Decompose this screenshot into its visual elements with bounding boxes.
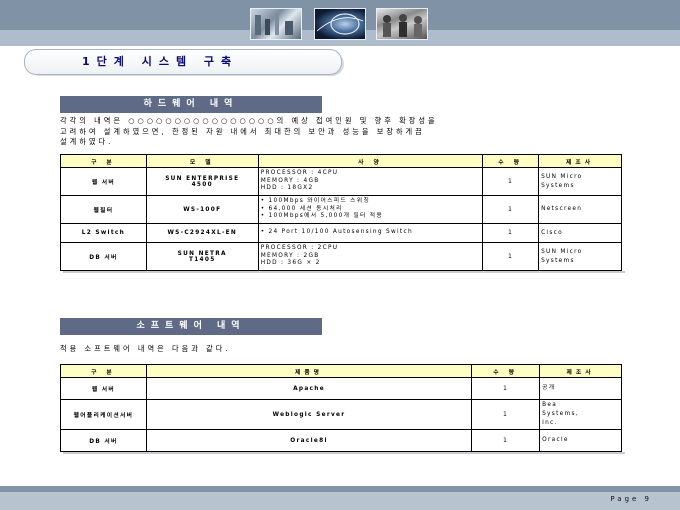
product-cell: Weblogic Server [145,399,473,430]
model-line: 4500 [191,181,213,188]
quantity-cell: 1 [482,195,540,224]
category-cell: 웹 서버 [60,167,147,196]
table-header-row: 구 분 모 델 사 양 수 량 제조사 [60,154,622,168]
hardware-table: 구 분 모 델 사 양 수 량 제조사 웹 서버 SUN ENTERPRISE … [60,154,622,271]
paragraph-line: 설계하였다. [60,137,114,146]
table-header-row: 구 분 제품명 수 량 제조사 [60,364,622,378]
model-line: WS-100F [183,206,222,213]
maker-cell: 공개 [539,377,622,400]
maker-line: Bea [542,402,558,408]
table-row: DB 서버 Oracle8i 1 Oracle [60,429,622,452]
table-row: 웹어플리케이션서버 Weblogic Server 1 Bea Systems,… [60,399,622,430]
maker-line: Systems, [542,411,579,417]
maker-line: Cisco [541,229,563,236]
product-cell: Oracle8i [145,429,473,452]
maker-line: Inc. [542,420,558,426]
maker-line: Netscreen [541,206,583,212]
spec-line: HDD : 36G × 2 [260,260,321,267]
software-section-heading: 소프트웨어 내역 [60,318,322,335]
table-row: 웹 서버 SUN ENTERPRISE 4500 PROCESSOR : 4CP… [60,167,622,196]
category-cell: DB 서버 [60,429,147,452]
hardware-section-heading: 하드웨어 내역 [60,96,322,113]
model-cell: SUN ENTERPRISE 4500 [145,167,259,196]
model-line: T1405 [188,256,216,263]
column-header: 수 량 [471,364,541,378]
maker-cell: SUN Micro Systems [538,167,622,196]
maker-cell: Oracle [539,429,622,452]
page-title: 1단계 시스템 구축 [82,55,239,68]
spec-line: • 100Mbps에서 5,000개 필터 적용 [260,213,384,220]
spec-line: HDD : 18GX2 [260,185,314,192]
model-line: WS-C2924XL-EN [167,230,238,236]
product-cell: Apache [145,377,473,400]
model-cell: WS-100F [145,195,259,224]
spec-cell: • 24 Port 10/100 Autosensing Switch [257,223,484,243]
hardware-table-shadow [63,271,625,273]
column-header: 구 분 [60,364,147,378]
software-paragraph: 적용 소프트웨어 내역은 다음과 같다. [60,344,231,353]
model-cell: SUN NETRA T1405 [145,242,259,271]
spec-cell: • 100Mbps 와이어스피드 스위칭 • 64,000 세션 동시처리 • … [257,195,484,224]
maker-line: Systems [541,257,575,264]
header-photo-globe-image [314,8,366,40]
maker-cell: SUN Micro Systems [538,242,622,271]
column-header: 제품명 [145,364,473,378]
quantity-cell: 1 [482,242,540,271]
table-row: L2 Switch WS-C2924XL-EN • 24 Port 10/100… [60,223,622,243]
maker-line: 공개 [542,385,556,391]
spec-line: PROCESSOR : 4CPU [260,170,339,177]
spec-line: • 24 Port 10/100 Autosensing Switch [260,229,413,236]
page-number: Page 9 [610,495,652,503]
spec-line: PROCESSOR : 2CPU [260,245,339,252]
category-cell: 웹 서버 [60,377,147,400]
header-photo-people-image [376,8,428,40]
category-cell: L2 Switch [60,223,147,243]
quantity-cell: 1 [471,429,541,452]
spec-cell: PROCESSOR : 2CPU MEMORY : 2GB HDD : 36G … [257,242,484,271]
quantity-cell: 1 [471,399,541,430]
maker-cell: Netscreen [538,195,622,224]
software-table-shadow [63,452,625,454]
quantity-cell: 1 [482,223,540,243]
maker-line: SUN Micro [541,248,583,255]
maker-line: Oracle [542,437,569,443]
quantity-cell: 1 [482,167,540,196]
model-cell: WS-C2924XL-EN [145,223,259,243]
paragraph-line: 고려하여 설계하였으면, 한정된 자원 내에서 최대한의 보안과 성능을 보장하… [60,126,425,136]
column-header: 사 양 [257,154,484,168]
column-header: 제조사 [539,364,622,378]
maker-cell: Cisco [538,223,622,243]
spec-line: • 100Mbps 와이어스피드 스위칭 [260,198,371,205]
maker-line: SUN Micro [541,173,583,180]
table-row: 웹필터 WS-100F • 100Mbps 와이어스피드 스위칭 • 64,00… [60,195,622,224]
category-cell: DB 서버 [60,242,147,271]
column-header: 수 량 [482,154,540,168]
spec-cell: PROCESSOR : 4CPU MEMORY : 4GB HDD : 18GX… [257,167,484,196]
category-cell: 웹필터 [60,195,147,224]
column-header: 모 델 [145,154,259,168]
column-header: 구 분 [60,154,147,168]
spec-line: MEMORY : 4GB [260,177,320,184]
paragraph-line: 각각의 내역은 ○○○○○○○○○○○○○○○○의 예상 접여인원 및 향후 확… [60,116,438,125]
quantity-cell: 1 [471,377,541,400]
footer-band-dark [0,486,680,492]
maker-cell: Bea Systems, Inc. [539,399,622,430]
maker-line: Systems [541,182,575,189]
column-header: 제조사 [538,154,622,168]
spec-line: MEMORY : 2GB [260,252,320,259]
table-row: 웹 서버 Apache 1 공개 [60,377,622,400]
table-row: DB 서버 SUN NETRA T1405 PROCESSOR : 2CPU M… [60,242,622,271]
hardware-paragraph: 각각의 내역은 ○○○○○○○○○○○○○○○○의 예상 접여인원 및 향후 확… [60,116,620,148]
category-cell: 웹어플리케이션서버 [60,399,147,430]
software-table: 구 분 제품명 수 량 제조사 웹 서버 Apache 1 공개 웹어플리케이션… [60,364,622,452]
header-photo-office-image [250,8,302,40]
